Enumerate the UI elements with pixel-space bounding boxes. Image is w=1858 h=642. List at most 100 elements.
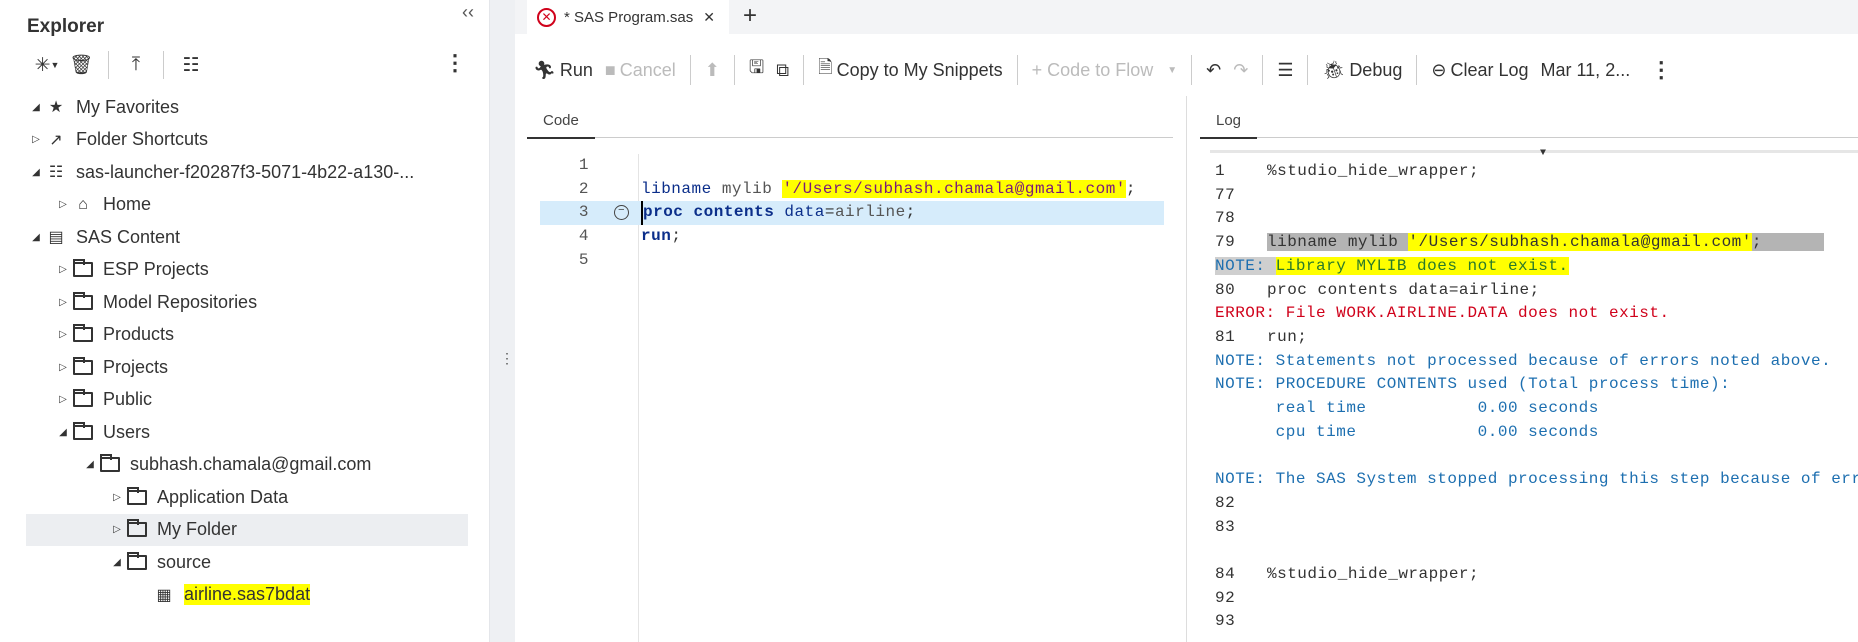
debug-button[interactable]: 🐞︎ Debug: [1316, 60, 1408, 81]
log-line-number: 92: [1215, 588, 1236, 607]
splitter[interactable]: ⋮: [490, 0, 515, 642]
divider: [733, 55, 735, 85]
expanded-triangle-icon[interactable]: ◢: [30, 232, 42, 243]
code-to-flow-button[interactable]: + Code to Flow ▼: [1026, 60, 1183, 81]
log-line: cpu time 0.00 seconds: [1215, 421, 1599, 445]
code-line[interactable]: 4 run;: [527, 225, 1164, 249]
log-line-number: 93: [1215, 612, 1236, 631]
run-button[interactable]: 🏃︎ Run: [527, 60, 599, 81]
log-panel-header: Log: [1200, 104, 1858, 139]
tree-item[interactable]: ▷ ↗ Folder Shortcuts: [26, 124, 468, 157]
tree-item-label: sas-launcher-f20287f3-5071-4b22-a130-...: [76, 161, 415, 182]
tree-item[interactable]: ◢ ☷ sas-launcher-f20287f3-5071-4b22-a130-.…: [26, 156, 468, 189]
collapsed-triangle-icon[interactable]: ▷: [57, 199, 69, 210]
tree-item-label: Public: [103, 389, 153, 410]
code-line[interactable]: 3 − proc contents data=airline;: [540, 201, 1164, 226]
log-line: 92: [1215, 587, 1267, 611]
more-options-icon[interactable]: ⋮: [444, 50, 466, 76]
format-code-icon[interactable]: ☰: [1271, 60, 1299, 81]
clear-log-label: Clear Log: [1450, 59, 1529, 80]
tree-item[interactable]: ▷ My Folder: [26, 513, 468, 546]
folder-icon: [127, 519, 147, 538]
tree-item[interactable]: ◢ Users: [26, 416, 468, 449]
tab-log[interactable]: Log: [1200, 104, 1258, 139]
code-line[interactable]: 5: [527, 249, 1164, 273]
panel-divider[interactable]: [1186, 96, 1187, 642]
submit-icon[interactable]: ⬆: [699, 60, 726, 81]
folder-icon: [73, 259, 93, 278]
folder-icon: [73, 389, 93, 408]
collapsed-triangle-icon[interactable]: ▷: [30, 134, 42, 145]
tab-code[interactable]: Code: [527, 104, 595, 139]
cancel-button[interactable]: ■ Cancel: [599, 60, 682, 81]
tab-sas-program[interactable]: ✕ * SAS Program.sas ✕: [527, 0, 729, 34]
collapsed-triangle-icon[interactable]: ▷: [57, 329, 69, 340]
log-text: %studio_hide_wrapper;: [1267, 162, 1480, 180]
undo-icon[interactable]: ↶: [1200, 60, 1227, 81]
tree-item[interactable]: ▷ Projects: [26, 351, 468, 384]
code-token: '/Users/subhash.chamala@gmail.com': [782, 179, 1126, 198]
code-line[interactable]: 2 libname mylib '/Users/subhash.chamala@g…: [527, 178, 1164, 202]
log-token: '/Users/subhash.chamala@gmail.com': [1408, 233, 1752, 252]
tree-item[interactable]: ◢ ★ My Favorites: [26, 91, 468, 124]
folder-icon: [127, 486, 147, 505]
collapsed-triangle-icon[interactable]: ▷: [57, 394, 69, 405]
divider: [803, 55, 805, 85]
tree-item[interactable]: ◢ subhash.chamala@gmail.com: [26, 449, 468, 482]
fold-icon[interactable]: −: [614, 205, 629, 221]
expanded-triangle-icon[interactable]: ◢: [30, 167, 42, 178]
expanded-triangle-icon[interactable]: ◢: [57, 427, 69, 438]
snippet-icon: 🗎︎: [818, 57, 833, 77]
tree-item[interactable]: ▷ Application Data: [26, 481, 468, 514]
delete-icon[interactable]: 🗑︎: [64, 50, 98, 80]
collapsed-triangle-icon[interactable]: ▷: [57, 297, 69, 308]
new-item-icon[interactable]: ✳ ▼: [30, 50, 64, 80]
folder-icon: [73, 421, 93, 440]
collapsed-triangle-icon[interactable]: ▷: [111, 492, 123, 503]
line-number: 1: [578, 156, 589, 174]
code-token: run: [641, 227, 672, 246]
tree-item[interactable]: ▷ Model Repositories: [26, 286, 468, 319]
tree-item[interactable]: ▷ ⌂ Home: [26, 189, 468, 222]
collapsed-triangle-icon[interactable]: ▷: [111, 524, 123, 535]
close-tab-icon[interactable]: ✕: [703, 9, 715, 26]
properties-icon[interactable]: ☷: [174, 50, 208, 80]
tree-item[interactable]: ◢ ▤ SAS Content: [26, 221, 468, 254]
upload-icon[interactable]: ⤒: [119, 50, 153, 80]
log-line: NOTE: The SAS System stopped processing …: [1215, 468, 1858, 492]
code-editor[interactable]: 1 2 libname mylib '/Users/subhash.chamala@…: [527, 154, 1173, 642]
explorer-panel: ‹‹ Explorer ✳ ▼ 🗑︎ ⤒ ☷ ⋮ ◢ ★ My Favorites ▷ ↗…: [0, 0, 490, 642]
expanded-triangle-icon[interactable]: ◢: [30, 102, 42, 113]
tree-item[interactable]: ▦ airline.sas7bdat: [26, 579, 468, 612]
code-line[interactable]: 1: [527, 154, 1164, 178]
content-folder-icon: ▤: [48, 229, 64, 247]
expanded-triangle-icon[interactable]: ◢: [111, 557, 123, 568]
drag-handle-icon[interactable]: ⋮: [500, 351, 514, 365]
log-line-number: 81: [1215, 327, 1236, 346]
tree-item-label: Application Data: [157, 486, 289, 507]
redo-icon[interactable]: ↷: [1227, 60, 1254, 81]
tree-item[interactable]: ◢ source: [26, 546, 468, 579]
log-line-number: 83: [1215, 517, 1236, 536]
clear-log-icon: ⊖: [1431, 59, 1447, 80]
save-as-icon[interactable]: ⧉: [770, 60, 795, 81]
tree-item[interactable]: ▷ Public: [26, 384, 468, 417]
add-tab-button[interactable]: +: [743, 2, 757, 30]
server-icon: ☷: [48, 164, 64, 182]
log-text: NOTE: The SAS System stopped processing …: [1215, 470, 1858, 489]
tree-item[interactable]: ▷ ESP Projects: [26, 254, 468, 287]
note-prefix: NOTE:: [1215, 256, 1276, 275]
collapsed-triangle-icon[interactable]: ▷: [57, 362, 69, 373]
expanded-triangle-icon[interactable]: ◢: [84, 459, 96, 470]
clear-log-button[interactable]: ⊖ Clear Log: [1425, 60, 1534, 81]
folder-icon: [100, 454, 120, 473]
more-options-icon[interactable]: ⋮: [1644, 57, 1678, 83]
cancel-label: Cancel: [619, 59, 676, 80]
log-viewer[interactable]: ▼ 1 %studio_hide_wrapper; 77 78 79 libname my…: [1200, 146, 1858, 642]
collapse-panel-icon[interactable]: ‹‹: [462, 2, 474, 23]
divider: [1307, 55, 1309, 85]
save-icon[interactable]: 🖫︎: [743, 55, 770, 85]
tree-item[interactable]: ▷ Products: [26, 319, 468, 352]
collapsed-triangle-icon[interactable]: ▷: [57, 264, 69, 275]
copy-to-snippets-button[interactable]: 🗎︎ Copy to My Snippets: [812, 55, 1009, 85]
